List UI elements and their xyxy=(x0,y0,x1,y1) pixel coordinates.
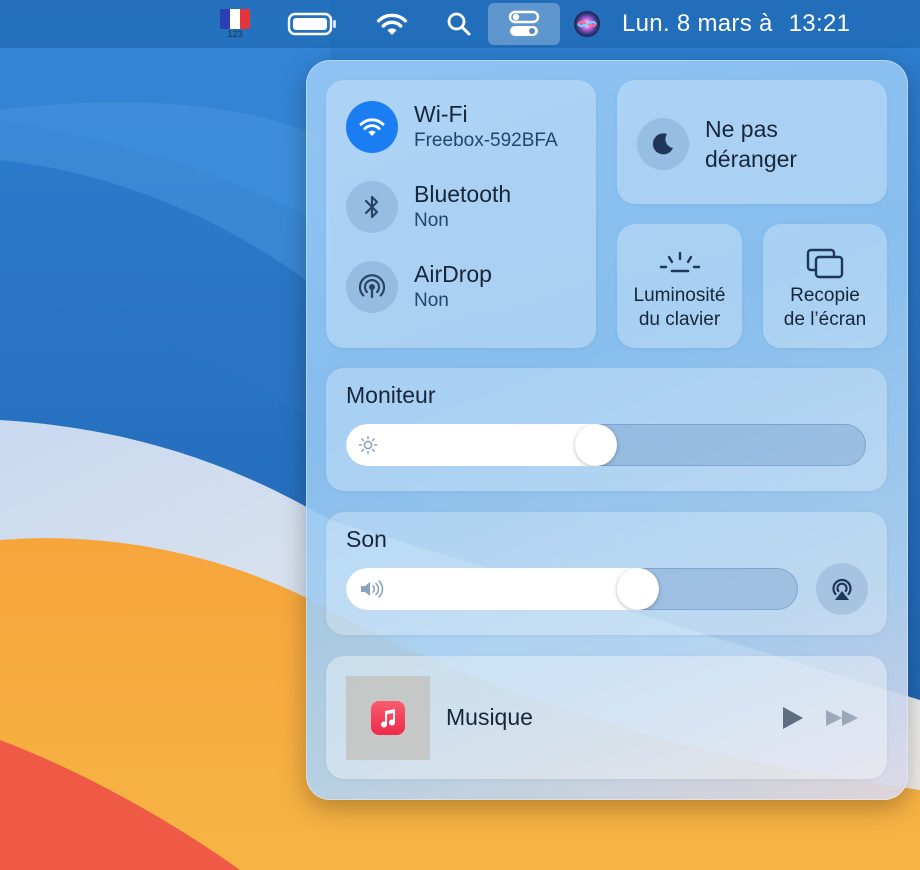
bluetooth-icon xyxy=(364,195,379,219)
sound-title: Son xyxy=(346,526,387,552)
wifi-menu[interactable] xyxy=(372,0,412,48)
battery-menu[interactable] xyxy=(286,0,340,48)
keyboard-brightness-label: Luminosité du clavier xyxy=(617,284,742,332)
siri-menu[interactable] xyxy=(568,0,606,48)
do-not-disturb-button[interactable] xyxy=(637,118,689,170)
screen-mirroring-tile[interactable]: Recopie de l’écran xyxy=(763,224,887,348)
wifi-title: Wi-Fi xyxy=(414,101,468,127)
keyboard-brightness-label-line2: du clavier xyxy=(638,309,721,330)
fast-forward-icon[interactable] xyxy=(824,706,862,730)
airplay-audio-button[interactable] xyxy=(816,563,868,615)
bluetooth-status: Non xyxy=(414,210,449,231)
wifi-icon xyxy=(359,118,385,137)
display-tile: Moniteur xyxy=(326,368,887,491)
do-not-disturb-label-line1: Ne pas xyxy=(705,116,778,142)
clock-time: 13:21 xyxy=(788,10,851,37)
speaker-icon xyxy=(361,580,384,598)
do-not-disturb-tile[interactable]: Ne pas déranger xyxy=(617,80,887,204)
wifi-button[interactable] xyxy=(346,101,398,153)
keyboard-brightness-label-line1: Luminosité xyxy=(633,285,726,306)
screen-mirroring-icon xyxy=(806,248,844,279)
clock-menu[interactable]: Lun. 8 mars à 13:21 xyxy=(622,0,892,48)
display-title: Moniteur xyxy=(346,382,436,408)
display-slider-fill xyxy=(346,424,596,466)
control-center-menu[interactable] xyxy=(488,3,560,45)
bluetooth-title: Bluetooth xyxy=(414,181,512,207)
do-not-disturb-label-line2: déranger xyxy=(705,146,798,172)
sound-tile: Son xyxy=(326,512,887,635)
network-tile: Wi-Fi Freebox-592BFA Bluetooth Non AirDr… xyxy=(326,80,596,348)
flag-fr-icon xyxy=(220,9,250,29)
airdrop-toggle[interactable]: AirDrop Non xyxy=(346,260,591,314)
wifi-network-name: Freebox-592BFA xyxy=(414,130,558,151)
airdrop-icon xyxy=(358,274,386,299)
bluetooth-toggle[interactable]: Bluetooth Non xyxy=(346,180,591,234)
airdrop-title: AirDrop xyxy=(414,261,492,287)
battery-icon xyxy=(287,12,336,36)
now-playing-tile[interactable]: Musique xyxy=(326,656,887,779)
sun-icon xyxy=(358,435,378,455)
input-source-menu[interactable]: 123 xyxy=(218,0,252,48)
music-note-icon xyxy=(381,709,396,728)
album-artwork xyxy=(346,676,430,760)
screen-mirroring-label-line2: de l’écran xyxy=(783,309,867,330)
volume-slider-fill xyxy=(346,568,638,610)
display-slider-knob[interactable] xyxy=(575,424,617,466)
search-icon xyxy=(447,12,471,36)
wifi-toggle[interactable]: Wi-Fi Freebox-592BFA xyxy=(346,100,591,154)
menu-bar: 123 Lun. 8 mars à 13:21 xyxy=(0,0,920,48)
volume-slider[interactable] xyxy=(346,568,798,610)
input-source-label: 123 xyxy=(227,29,243,39)
siri-icon xyxy=(574,11,600,37)
music-app-icon xyxy=(371,701,405,735)
moon-icon xyxy=(652,133,673,155)
keyboard-brightness-icon xyxy=(659,251,700,273)
volume-slider-knob[interactable] xyxy=(617,568,659,610)
display-brightness-slider[interactable] xyxy=(346,424,866,466)
screen-mirroring-label: Recopie de l’écran xyxy=(763,284,887,332)
airdrop-status: Non xyxy=(414,290,449,311)
screen-mirroring-label-line1: Recopie xyxy=(790,285,860,306)
airdrop-button[interactable] xyxy=(346,261,398,313)
now-playing-title: Musique xyxy=(446,704,533,730)
spotlight-menu[interactable] xyxy=(440,0,478,48)
airplay-audio-icon xyxy=(832,578,852,600)
keyboard-brightness-tile[interactable]: Luminosité du clavier xyxy=(617,224,742,348)
play-icon[interactable] xyxy=(778,704,806,732)
control-center-icon xyxy=(508,10,540,36)
wifi-icon xyxy=(376,13,408,35)
control-center-panel: Wi-Fi Freebox-592BFA Bluetooth Non AirDr… xyxy=(306,60,908,800)
bluetooth-button[interactable] xyxy=(346,181,398,233)
clock-date: Lun. 8 mars à xyxy=(622,10,773,37)
do-not-disturb-label: Ne pas déranger xyxy=(705,114,845,174)
